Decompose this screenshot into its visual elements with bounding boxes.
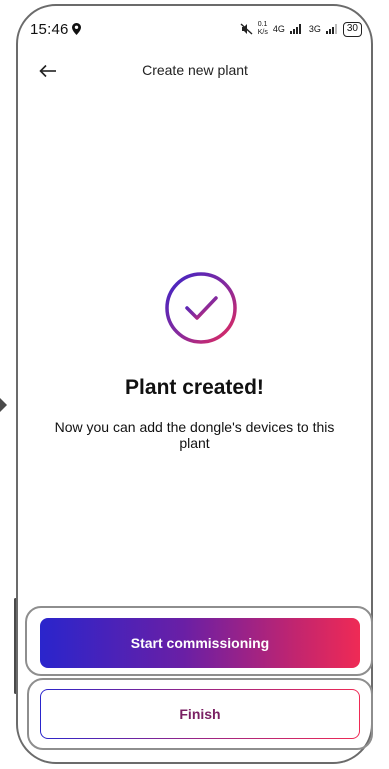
status-left: 15:46 (30, 21, 81, 38)
side-arrow-icon (0, 398, 7, 412)
app-screen: 15:46 0.1 K/s 4G 3G 30 Create new plant … (0, 0, 389, 769)
signal-icon-2 (325, 24, 337, 34)
signal-3g-label: 3G (308, 24, 321, 34)
battery-icon: 30 (342, 21, 362, 37)
header: Create new plant (28, 55, 362, 87)
status-time: 15:46 (30, 20, 69, 38)
start-commissioning-button[interactable]: Start commissioning (40, 618, 360, 668)
net-speed: 0.1 K/s (258, 21, 268, 37)
status-right: 0.1 K/s 4G 3G 30 (240, 21, 362, 37)
success-title: Plant created! (125, 376, 264, 399)
mute-icon (240, 23, 253, 35)
net-speed-value: 0.1 (257, 21, 268, 28)
net-speed-unit: K/s (257, 29, 268, 36)
success-message: Now you can add the dongle's devices to … (54, 419, 335, 451)
signal-4g-label: 4G (272, 24, 285, 34)
signal-icon (289, 24, 301, 34)
location-icon (71, 23, 81, 35)
status-bar: 15:46 0.1 K/s 4G 3G 30 (30, 18, 362, 40)
finish-button[interactable]: Finish (40, 689, 360, 739)
page-title: Create new plant (142, 62, 248, 78)
check-circle-icon (163, 270, 239, 346)
